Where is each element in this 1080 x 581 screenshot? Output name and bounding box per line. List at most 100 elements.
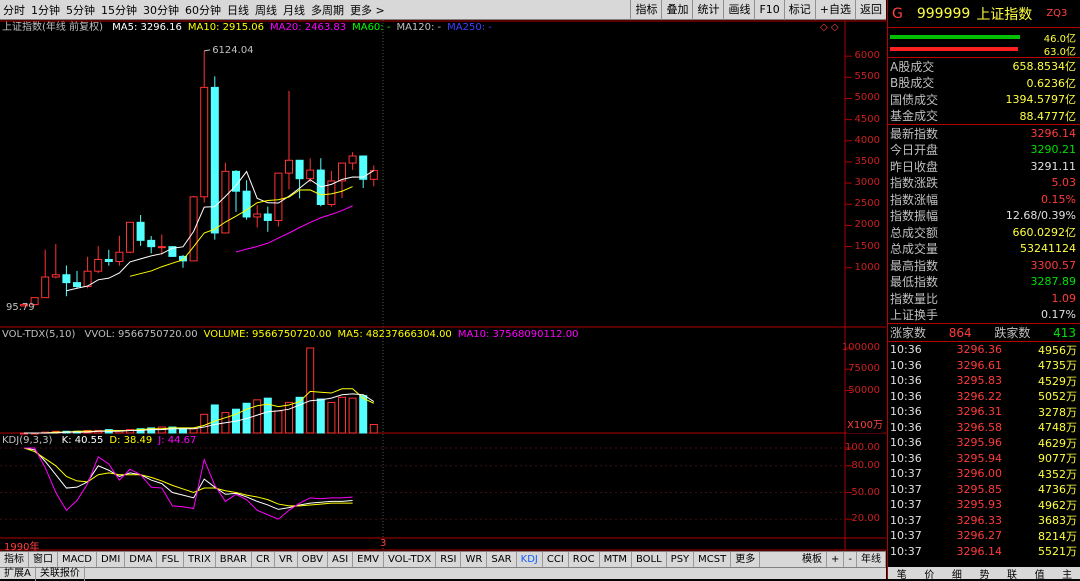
indicator-tab-6[interactable]: TRIX xyxy=(184,552,216,567)
candlestick-chart[interactable]: 6124.04 95.79 xyxy=(0,0,886,555)
tick-price: 3296.36 xyxy=(956,343,1003,357)
price-tick-label: 3500 xyxy=(854,155,880,167)
up-count: 864 xyxy=(948,325,972,340)
flow-bar-red xyxy=(890,47,1018,51)
indicator-tab-12[interactable]: EMV xyxy=(353,552,384,567)
price-tick-label: 5500 xyxy=(854,71,880,83)
panel-tab-3[interactable]: 势 xyxy=(979,566,989,581)
tick-time: 10:36 xyxy=(890,405,922,419)
quote-header: G 999999 上证指数 ZQ3 xyxy=(888,0,1080,28)
tick-time: 10:36 xyxy=(890,358,922,372)
stat-label: 总成交量 xyxy=(890,242,939,257)
panel-tab-4[interactable]: 联 xyxy=(1007,566,1017,581)
turnover-value: 658.8534亿 xyxy=(1012,60,1077,74)
tick-time: 10:36 xyxy=(890,420,922,434)
stat-row: 最高指数 3300.57 xyxy=(888,257,1080,274)
candle-body xyxy=(210,86,219,234)
indicator-tab-2[interactable]: MACD xyxy=(58,552,97,567)
tick-price: 3296.31 xyxy=(956,405,1003,419)
indicator-tab-14[interactable]: RSI xyxy=(436,552,462,567)
down-count: 413 xyxy=(1053,325,1076,340)
indicator-tab-21[interactable]: BOLL xyxy=(632,552,667,567)
panel-tab-1[interactable]: 价 xyxy=(924,566,934,581)
candle-body xyxy=(189,196,198,262)
turnover-value: 1394.5797亿 xyxy=(1005,93,1077,107)
turnover-label: B股成交 xyxy=(890,76,935,91)
volume-bar xyxy=(200,413,209,434)
volume-bar xyxy=(189,428,198,434)
indicator-tab-19[interactable]: ROC xyxy=(569,552,600,567)
price-tick-label: 2500 xyxy=(854,198,880,210)
indicator-tab-22[interactable]: PSY xyxy=(667,552,695,567)
indicator-tab-11[interactable]: ASI xyxy=(328,552,354,567)
indicator-tab-18[interactable]: CCI xyxy=(543,552,569,567)
tick-row: 10:36 3295.94 9077万 xyxy=(888,451,1080,467)
stat-row: 昨日收盘 3291.11 xyxy=(888,158,1080,175)
stat-value: 12.68/0.39% xyxy=(1005,209,1076,223)
panel-tab-6[interactable]: 主 xyxy=(1062,566,1072,581)
stat-value: 3291.11 xyxy=(1030,159,1077,173)
tick-price: 3296.33 xyxy=(956,513,1003,527)
candle-body xyxy=(73,282,81,288)
panel-tabs: 笔价细势联值主 xyxy=(888,566,1080,581)
indicator-tab-13[interactable]: VOL-TDX xyxy=(384,552,437,567)
price-tick-label: 4000 xyxy=(854,134,880,146)
stat-row: 指数量比 1.09 xyxy=(888,290,1080,307)
panel-tab-2[interactable]: 细 xyxy=(952,566,962,581)
stat-value: 1.09 xyxy=(1051,291,1077,305)
tick-list: 10:36 3296.36 4956万 10:36 3296.61 4735万 10:36 3… xyxy=(888,341,1080,559)
panel-tab-0[interactable]: 笔 xyxy=(897,566,907,581)
template-button-1[interactable]: + xyxy=(827,552,845,567)
turnover-row: 国债成交 1394.5797亿 xyxy=(888,91,1080,108)
indicator-tab-24[interactable]: 更多 xyxy=(731,552,761,567)
tick-price: 3295.94 xyxy=(956,451,1003,465)
template-button-2[interactable]: - xyxy=(844,552,857,567)
quote-panel: G 999999 上证指数 ZQ3 46.0亿 63.0亿 A股成交 658.85… xyxy=(887,0,1080,581)
template-button-0[interactable]: 模板 xyxy=(798,552,827,567)
tick-price: 3296.22 xyxy=(956,389,1003,403)
candle-body xyxy=(295,159,304,180)
period-indicator[interactable]: 年线 xyxy=(857,552,886,567)
kdj-tick-label: 100.00 xyxy=(845,442,880,453)
stat-value: 3287.89 xyxy=(1030,275,1077,289)
indicator-tab-5[interactable]: FSL xyxy=(157,552,184,567)
tick-row: 10:37 3295.93 4962万 xyxy=(888,497,1080,513)
high-label: 6124.04 xyxy=(212,45,253,56)
tick-row: 10:37 3296.00 4352万 xyxy=(888,466,1080,482)
stat-row: 总成交量 53241124 xyxy=(888,241,1080,258)
candle-body xyxy=(147,239,156,248)
indicator-tab-10[interactable]: OBV xyxy=(298,552,328,567)
tick-price: 3296.58 xyxy=(956,420,1003,434)
indicator-tab-9[interactable]: VR xyxy=(275,552,298,567)
indicator-tab-16[interactable]: SAR xyxy=(487,552,517,567)
group-badge[interactable]: G xyxy=(892,6,903,22)
volume-bar xyxy=(274,410,283,434)
indicator-tab-3[interactable]: DMI xyxy=(97,552,126,567)
tick-row: 10:36 3296.58 4748万 xyxy=(888,420,1080,436)
indicator-tab-0[interactable]: 指标 xyxy=(0,552,29,567)
panel-tab-5[interactable]: 值 xyxy=(1035,566,1045,581)
candle-body xyxy=(94,258,103,272)
indicator-tab-4[interactable]: DMA xyxy=(125,552,158,567)
flow-bar2-label: 63.0亿 xyxy=(1043,47,1076,58)
turnover-row: B股成交 0.6236亿 xyxy=(888,75,1080,92)
index-name: 上证指数 xyxy=(976,6,1033,23)
indicator-tab-7[interactable]: BRAR xyxy=(216,552,252,567)
stat-label: 今日开盘 xyxy=(890,143,939,158)
tick-volume: 5052万 xyxy=(1038,390,1077,404)
stat-row: 今日开盘 3290.21 xyxy=(888,142,1080,159)
tick-price: 3296.27 xyxy=(956,529,1003,543)
tick-price: 3295.83 xyxy=(956,374,1003,388)
candle-body xyxy=(136,221,145,241)
tick-row: 10:37 3295.85 4736万 xyxy=(888,482,1080,498)
indicator-tab-20[interactable]: MTM xyxy=(600,552,632,567)
stat-label: 指数量比 xyxy=(890,291,939,306)
indicator-tab-1[interactable]: 窗口 xyxy=(29,552,58,567)
indicator-tab-15[interactable]: WR xyxy=(461,552,488,567)
tick-time: 10:37 xyxy=(890,529,922,543)
indicator-tab-17[interactable]: KDJ xyxy=(517,552,543,567)
indicator-tab-23[interactable]: MCST xyxy=(694,552,732,567)
indicator-tab-8[interactable]: CR xyxy=(252,552,275,567)
volume-bar xyxy=(263,397,272,434)
extra-tabs-bar: 扩展A 关联报价 xyxy=(0,566,886,581)
